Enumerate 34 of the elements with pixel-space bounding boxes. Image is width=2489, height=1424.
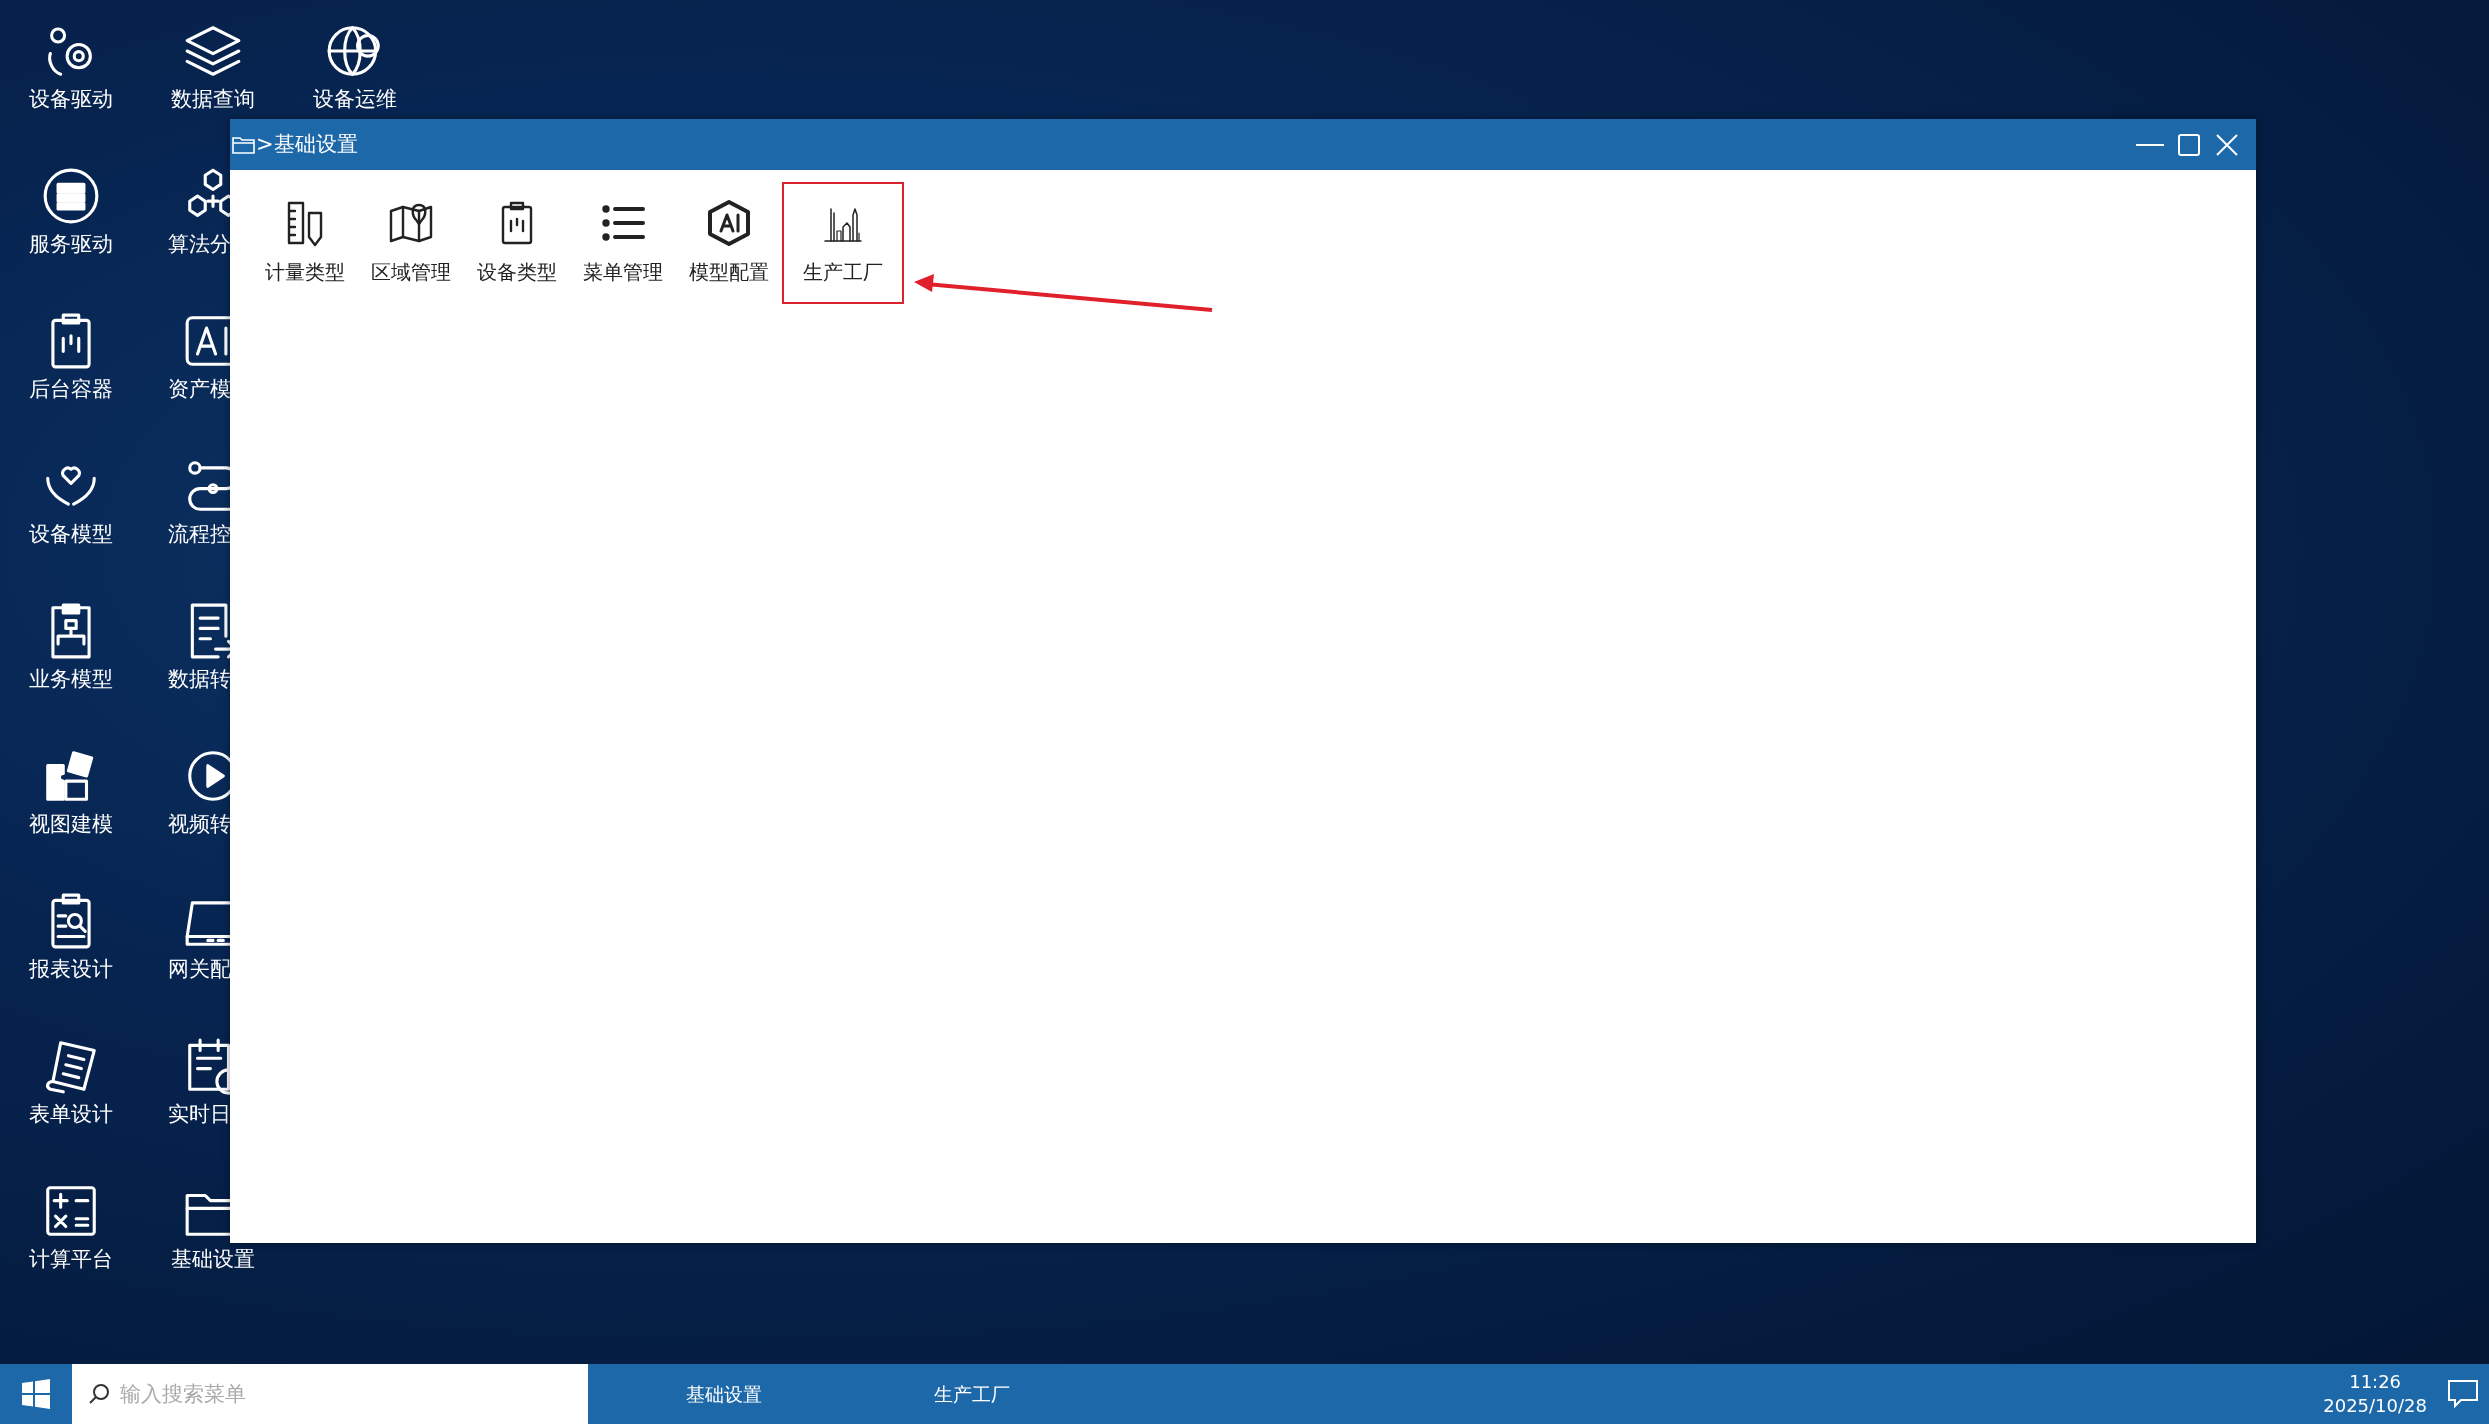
shortcut-label[interactable]: 视频转 [168,813,231,837]
shortcut-label[interactable]: 视图建模 [29,813,113,837]
shortcut-label[interactable]: 报表设计 [29,958,113,982]
shortcut-label[interactable]: 后台容器 [29,378,113,402]
shortcut-label[interactable]: 业务模型 [29,668,113,692]
shortcut-label[interactable]: 设备驱动 [29,88,113,112]
maximize-button[interactable] [2176,131,2202,158]
shortcut-label[interactable]: 流程控 [168,523,231,547]
shortcut-label[interactable]: 计算平台 [29,1248,113,1272]
shortcut-label[interactable]: 数据查询 [171,88,255,112]
folder-icon [232,134,256,155]
shortcut-label[interactable]: 表单设计 [29,1103,113,1127]
maximize-icon [2176,131,2202,158]
minimize-icon [2136,143,2164,146]
shortcut-label[interactable]: 资产模 [168,378,231,402]
shortcut-label[interactable]: 基础设置 [171,1248,255,1272]
message-icon [2447,1379,2479,1409]
shortcut-label[interactable]: 设备模型 [29,523,113,547]
minimize-button[interactable] [2136,143,2164,146]
close-icon [2214,131,2240,158]
toolbar-button[interactable]: 生产工厂 [782,182,904,304]
shortcut-label[interactable]: 算法分 [168,233,231,257]
shortcut-label[interactable]: 数据转 [168,668,231,692]
shortcut-label[interactable]: 网关配 [168,958,231,982]
shortcut-label[interactable]: 实时日 [168,1103,231,1127]
close-button[interactable] [2214,131,2240,158]
windows-logo-icon [21,1379,51,1409]
clock-date: 2025/10/28 [2323,1394,2427,1418]
shortcut-label[interactable]: 服务驱动 [29,233,113,257]
search-icon [88,1383,110,1405]
shortcut-label[interactable]: 设备运维 [313,88,397,112]
clock-time: 11:26 [2349,1369,2402,1394]
window-title: >基础设置 [256,130,358,158]
hexagon-chip-icon [705,199,753,247]
